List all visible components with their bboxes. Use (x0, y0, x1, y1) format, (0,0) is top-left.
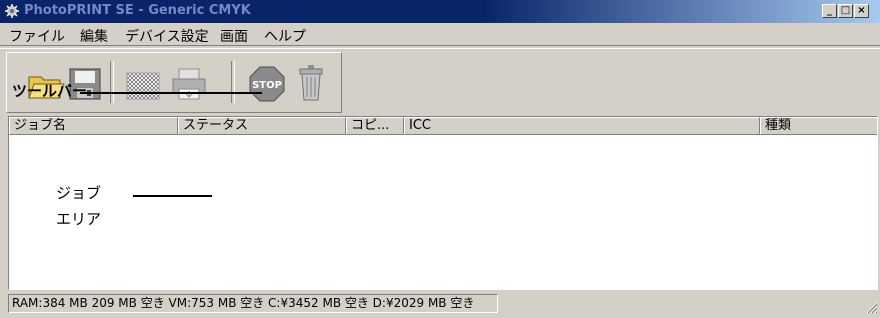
window-title: PhotoPRINT SE - Generic CMYK (24, 3, 251, 18)
job-list[interactable]: ジョブ名 ステータス コピ... ICC 種類 (8, 116, 878, 290)
stop-icon[interactable]: STOP (247, 61, 287, 105)
svg-text:STOP: STOP (252, 80, 282, 91)
memory-status: RAM:384 MB 209 MB 空き VM:753 MB 空き C:¥345… (8, 294, 498, 313)
app-icon (5, 4, 19, 18)
job-area-label-line2: エリア (56, 210, 102, 228)
toolbar-divider (0, 45, 880, 49)
job-area-annotation-label: ジョブ エリア (56, 180, 101, 232)
menu-file[interactable]: ファイル (9, 26, 65, 46)
job-area-label-line1: ジョブ (56, 184, 102, 202)
status-bar: RAM:384 MB 209 MB 空き VM:753 MB 空き C:¥345… (0, 292, 880, 318)
toolbar-annotation-line (80, 92, 262, 94)
menu-edit[interactable]: 編集 (80, 26, 108, 46)
close-button[interactable]: × (854, 4, 869, 18)
toolbar-annotation-label: ツールバー (12, 82, 88, 100)
menu-bar: ファイル 編集 デバイス設定 画面 ヘルプ (0, 23, 880, 45)
column-status[interactable]: ステータス (178, 117, 346, 135)
resize-grip-icon[interactable] (864, 300, 878, 314)
maximize-button[interactable]: □ (838, 4, 853, 18)
toolbar-separator (110, 61, 114, 103)
job-area-annotation-line (133, 195, 212, 197)
trash-icon[interactable] (291, 61, 331, 105)
column-icc[interactable]: ICC (404, 117, 760, 135)
title-bar[interactable]: PhotoPRINT SE - Generic CMYK _ □ × (0, 0, 880, 23)
menu-device[interactable]: デバイス設定 (125, 26, 209, 46)
column-type[interactable]: 種類 (760, 117, 877, 135)
minimize-button[interactable]: _ (822, 4, 837, 18)
menu-help[interactable]: ヘルプ (264, 26, 306, 46)
menu-view[interactable]: 画面 (220, 26, 248, 46)
column-copies[interactable]: コピ... (346, 117, 404, 135)
print-icon[interactable] (169, 61, 209, 105)
column-job-name[interactable]: ジョブ名 (9, 117, 178, 135)
toolbar-separator (231, 61, 235, 103)
rip-icon[interactable] (123, 61, 163, 105)
